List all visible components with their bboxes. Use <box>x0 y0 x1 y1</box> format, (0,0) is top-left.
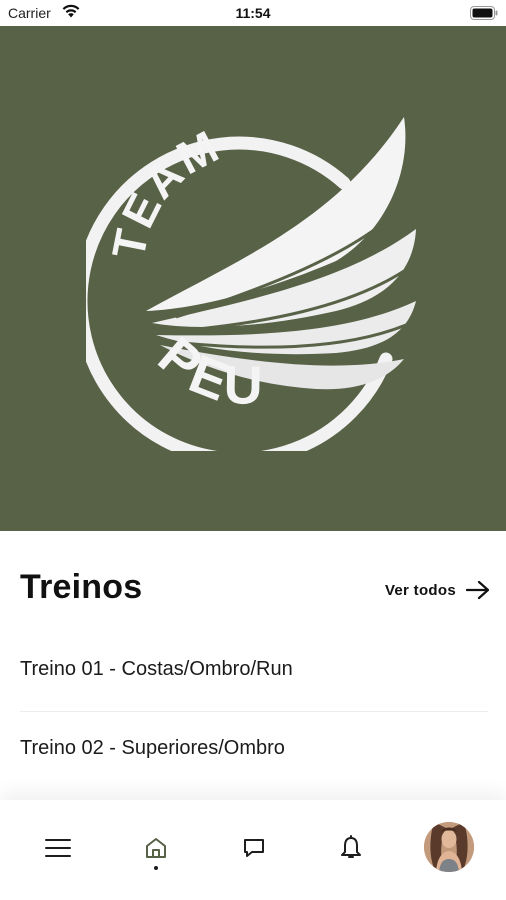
menu-icon <box>45 839 71 857</box>
tab-menu[interactable] <box>28 818 88 878</box>
clock: 11:54 <box>235 5 271 21</box>
arrow-right-icon <box>466 580 490 600</box>
hero-banner: TEAM PEU <box>0 26 506 531</box>
status-bar: Carrier 11:54 <box>0 0 506 26</box>
tab-home[interactable] <box>126 818 186 878</box>
workouts-header: Treinos Ver todos <box>20 568 490 612</box>
battery-icon <box>470 6 498 20</box>
workout-label: Treino 02 - Superiores/Ombro <box>20 736 285 759</box>
workout-item[interactable]: Treino 01 - Costas/Ombro/Run <box>20 634 488 712</box>
bell-icon <box>341 835 361 858</box>
profile-photo <box>424 822 474 872</box>
chat-icon <box>244 839 264 857</box>
workouts-title: Treinos <box>20 568 143 606</box>
workout-item[interactable]: Treino 02 - Superiores/Ombro <box>20 712 488 790</box>
home-icon <box>146 838 166 858</box>
see-all-label: Ver todos <box>384 581 456 599</box>
tab-notifications[interactable] <box>321 818 381 878</box>
see-all-button[interactable]: Ver todos <box>385 576 490 604</box>
tab-bar <box>0 800 506 900</box>
workout-label: Treino 01 - Costas/Ombro/Run <box>20 658 293 680</box>
avatar[interactable] <box>424 822 474 872</box>
tab-messages[interactable] <box>224 818 284 878</box>
active-tab-indicator <box>154 866 158 870</box>
workout-list: Treino 01 - Costas/Ombro/Run Treino 02 -… <box>20 634 488 790</box>
team-peu-logo: TEAM PEU <box>86 117 416 451</box>
